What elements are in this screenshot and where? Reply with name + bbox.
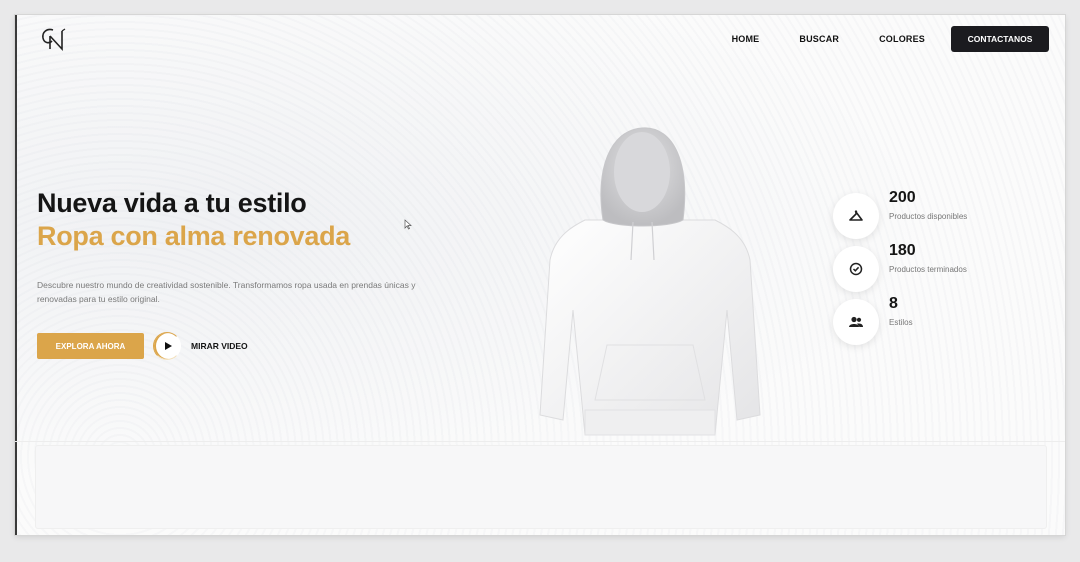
stat-label: Productos terminados <box>889 265 967 274</box>
hanger-icon <box>833 193 879 239</box>
stat-label: Estilos <box>889 318 913 327</box>
nav-home-link[interactable]: HOME <box>732 34 760 44</box>
stat-productos-terminados: 180 Productos terminados <box>833 242 1033 292</box>
watch-video-link[interactable]: MIRAR VIDEO <box>191 341 248 351</box>
section-divider <box>15 441 1065 442</box>
hero-description: Descubre nuestro mundo de creatividad so… <box>37 280 416 304</box>
hoodie-image <box>539 127 761 436</box>
stat-value: 8 <box>889 295 898 312</box>
check-circle-icon <box>833 246 879 292</box>
stat-label: Productos disponibles <box>889 212 968 221</box>
contact-button[interactable]: CONTACTANOS <box>951 26 1049 52</box>
browser-viewport: HOME BUSCAR COLORES CONTACTANOS Nueva vi… <box>15 15 1065 535</box>
stat-productos-disponibles: 200 Productos disponibles <box>833 189 1033 239</box>
next-section-panel <box>35 445 1047 529</box>
brand-logo[interactable] <box>39 25 71 53</box>
hero-title: Nueva vida a tu estilo <box>37 188 307 218</box>
nav-colores-link[interactable]: COLORES <box>879 34 925 44</box>
play-video-button[interactable] <box>153 332 181 360</box>
stat-estilos: 8 Estilos <box>833 295 1033 345</box>
top-navigation: HOME BUSCAR COLORES CONTACTANOS <box>732 26 1049 52</box>
users-icon <box>833 299 879 345</box>
hero-subtitle: Ropa con alma renovada <box>37 221 350 251</box>
stat-value: 180 <box>889 242 916 259</box>
nav-buscar-link[interactable]: BUSCAR <box>799 34 839 44</box>
play-icon <box>164 342 172 350</box>
explore-button[interactable]: EXPLORA AHORA <box>37 333 144 359</box>
screen-edge <box>15 15 17 535</box>
mouse-cursor-icon <box>404 219 412 230</box>
stat-value: 200 <box>889 189 916 206</box>
